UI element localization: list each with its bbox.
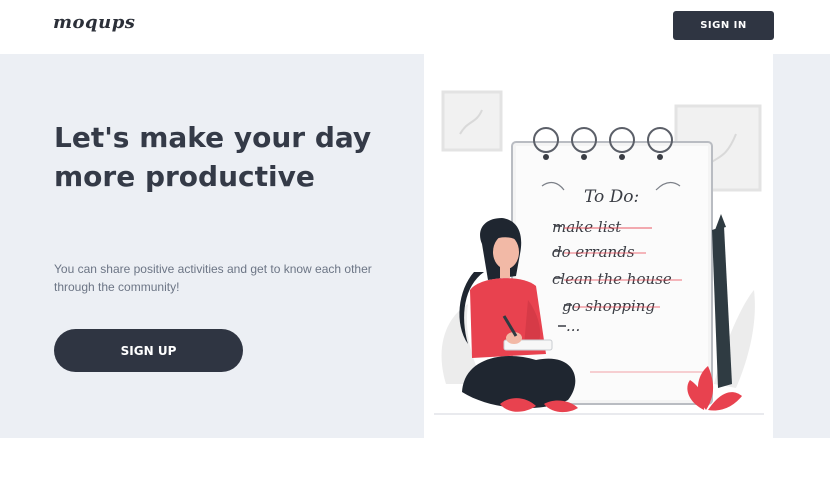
todo-item-5: ... xyxy=(566,317,580,335)
illustration-svg: To Do: make list do errands clean the ho… xyxy=(434,90,764,415)
sign-up-button[interactable]: SIGN UP xyxy=(54,329,243,372)
moqups-logo[interactable]: moqups xyxy=(53,12,135,33)
top-bar: moqups SIGN IN xyxy=(0,0,830,55)
hero-headline: Let's make your day more productive xyxy=(54,121,372,193)
todo-item-4: go shopping xyxy=(562,297,655,315)
hero-section: Let's make your day more productive You … xyxy=(0,54,830,438)
sign-in-button[interactable]: SIGN IN xyxy=(673,11,774,40)
todo-title: To Do: xyxy=(584,187,639,207)
todo-item-1: make list xyxy=(552,218,622,236)
hero-subtext: You can share positive activities and ge… xyxy=(54,262,372,294)
pencil-icon xyxy=(712,226,732,388)
todo-illustration: To Do: make list do errands clean the ho… xyxy=(424,54,773,438)
todo-item-3: clean the house xyxy=(552,270,672,288)
todo-item-2: do errands xyxy=(552,243,635,261)
